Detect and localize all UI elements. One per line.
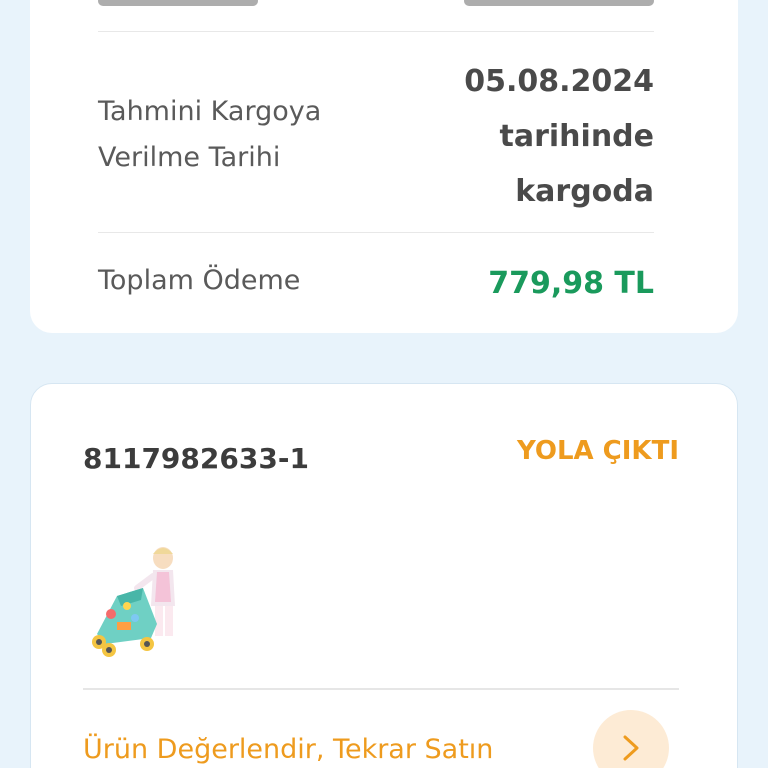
baby-walker-product-photo	[92, 547, 175, 657]
total-payment-value: 779,98 TL	[488, 266, 654, 301]
card-divider	[83, 688, 679, 690]
divider	[98, 232, 654, 233]
estimated-shipping-label: Tahmini Kargoya Verilme Tarihi	[98, 96, 322, 173]
chevron-right-icon	[623, 735, 639, 761]
total-payment-label: Toplam Ödeme	[98, 265, 301, 296]
estimated-shipping-suffix-1: tarihinde	[499, 119, 654, 154]
order-status-badge: YOLA ÇIKTI	[516, 436, 679, 466]
estimated-shipping-date: 05.08.2024	[464, 64, 654, 99]
clipped-top-row	[98, 0, 654, 10]
order-item-card[interactable]: 8117982633-1 YOLA ÇIKTI Ürün Değerlendir…	[30, 383, 738, 768]
order-summary-card: Tahmini Kargoya Verilme Tarihi 05.08.202…	[30, 0, 738, 333]
estimated-shipping-suffix-2: kargoda	[515, 174, 654, 209]
product-image[interactable]	[87, 544, 197, 664]
order-number: 8117982633-1	[83, 442, 309, 475]
estimated-shipping-value: 05.08.2024 tarihinde kargoda	[424, 54, 654, 219]
divider	[98, 31, 654, 32]
order-detail-button[interactable]	[593, 710, 669, 768]
review-rebuy-link[interactable]: Ürün Değerlendir, Tekrar Satın	[83, 734, 493, 765]
